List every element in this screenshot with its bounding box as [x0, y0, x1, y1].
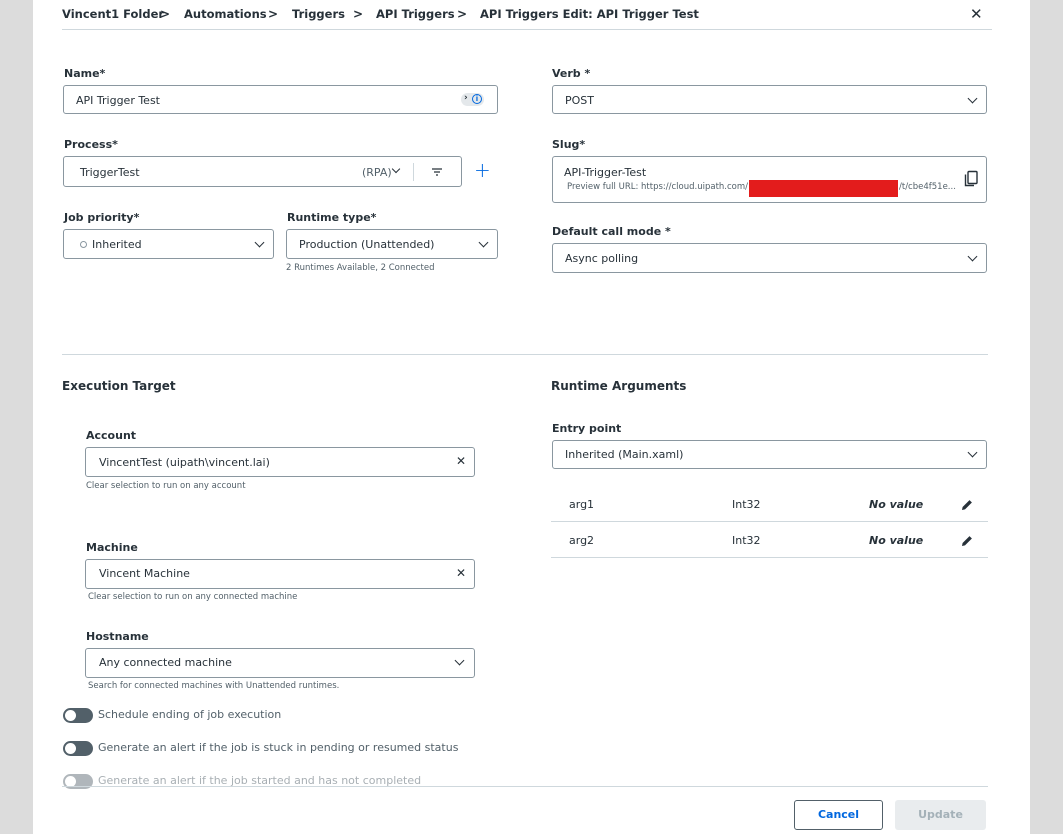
- name-label: Name*: [64, 67, 106, 80]
- arg-type: Int32: [732, 534, 761, 547]
- name-value: API Trigger Test: [76, 94, 160, 107]
- filter-icon[interactable]: [430, 165, 444, 179]
- job-priority-select[interactable]: Inherited: [63, 229, 274, 259]
- clear-account-icon[interactable]: ✕: [456, 454, 466, 468]
- process-type-tag: (RPA): [362, 166, 392, 179]
- pending-alert-toggle[interactable]: [63, 741, 93, 756]
- entry-point-select[interactable]: Inherited (Main.xaml): [552, 440, 987, 469]
- breadcrumb-current-page: API Triggers Edit: API Trigger Test: [480, 7, 699, 21]
- chevron-down-icon: [254, 237, 265, 248]
- hostname-select[interactable]: Any connected machine: [85, 648, 475, 678]
- section-divider: [62, 354, 988, 355]
- chevron-down-icon: [391, 164, 401, 174]
- machine-label: Machine: [86, 541, 138, 554]
- breadcrumb-separator: >: [160, 7, 171, 21]
- verb-label: Verb *: [552, 67, 591, 80]
- copy-icon[interactable]: [963, 170, 979, 188]
- cancel-button[interactable]: Cancel: [794, 800, 883, 830]
- default-call-mode-select[interactable]: Async polling: [552, 243, 987, 273]
- account-select[interactable]: VincentTest (uipath\vincent.lai) ✕: [85, 447, 475, 477]
- slug-preview-url: Preview full URL: https://cloud.uipath.c…: [567, 182, 749, 192]
- arg-name: arg1: [569, 498, 595, 511]
- verb-value: POST: [565, 94, 594, 107]
- redaction-bar: [749, 180, 898, 197]
- slug-preview-url-suffix: /t/cbe4f51e...: [899, 182, 956, 192]
- table-row: arg2 Int32 No value: [551, 522, 988, 558]
- slug-value: API-Trigger-Test: [564, 166, 647, 179]
- breadcrumb-api-triggers[interactable]: API Triggers: [376, 7, 455, 21]
- runtime-arguments-title: Runtime Arguments: [551, 379, 687, 393]
- divider: [413, 163, 414, 181]
- process-label: Process*: [64, 138, 118, 151]
- job-priority-label: Job priority*: [64, 211, 140, 224]
- breadcrumb-folder[interactable]: Vincent1 Folder: [62, 7, 164, 21]
- chevron-down-icon: [967, 447, 978, 458]
- schedule-ending-label: Schedule ending of job execution: [98, 708, 282, 721]
- edit-panel: Vincent1 Folder > Automations > Triggers…: [33, 0, 1030, 834]
- clear-machine-icon[interactable]: ✕: [456, 566, 466, 580]
- breadcrumb-automations[interactable]: Automations: [184, 7, 267, 21]
- slug-label: Slug*: [552, 138, 586, 151]
- breadcrumb-separator: >: [268, 7, 279, 21]
- chevron-down-icon: [967, 251, 978, 262]
- default-call-mode-value: Async polling: [565, 252, 639, 265]
- priority-dot-icon: [80, 241, 87, 248]
- hostname-value: Any connected machine: [99, 656, 232, 669]
- entry-point-value: Inherited (Main.xaml): [565, 448, 684, 461]
- edit-pencil-icon[interactable]: [960, 498, 974, 512]
- arg-value: No value: [869, 498, 924, 511]
- info-toggle-icon[interactable]: › i: [461, 93, 484, 106]
- chevron-down-icon: [967, 93, 978, 104]
- arg-type: Int32: [732, 498, 761, 511]
- account-label: Account: [86, 429, 137, 442]
- name-input[interactable]: API Trigger Test › i: [63, 85, 498, 114]
- breadcrumb-separator: >: [353, 7, 364, 21]
- account-value: VincentTest (uipath\vincent.lai): [99, 456, 270, 469]
- process-value: TriggerTest: [80, 166, 140, 179]
- chevron-down-icon: [454, 655, 465, 666]
- runtime-type-value: Production (Unattended): [299, 238, 435, 251]
- chevron-down-icon: [478, 237, 489, 248]
- hostname-hint: Search for connected machines with Unatt…: [88, 681, 340, 691]
- arg-name: arg2: [569, 534, 595, 547]
- execution-target-title: Execution Target: [62, 379, 176, 393]
- machine-hint: Clear selection to run on any connected …: [88, 592, 298, 602]
- hostname-label: Hostname: [86, 630, 149, 643]
- arg-value: No value: [869, 534, 924, 547]
- account-hint: Clear selection to run on any account: [86, 481, 246, 491]
- footer-divider: [62, 786, 988, 787]
- runtime-type-label: Runtime type*: [287, 211, 377, 224]
- process-select[interactable]: TriggerTest (RPA): [63, 156, 462, 187]
- breadcrumb-triggers[interactable]: Triggers: [292, 7, 345, 21]
- edit-pencil-icon[interactable]: [960, 534, 974, 548]
- add-process-icon[interactable]: +: [474, 158, 491, 182]
- entry-point-label: Entry point: [552, 422, 622, 435]
- job-priority-value: Inherited: [92, 238, 142, 251]
- machine-select[interactable]: Vincent Machine ✕: [85, 559, 475, 589]
- slug-input[interactable]: API-Trigger-Test Preview full URL: https…: [552, 156, 987, 203]
- close-icon[interactable]: ✕: [970, 5, 983, 23]
- runtime-type-hint: 2 Runtimes Available, 2 Connected: [286, 263, 435, 273]
- runtime-type-select[interactable]: Production (Unattended): [286, 229, 498, 259]
- default-call-mode-label: Default call mode *: [552, 225, 671, 238]
- update-button[interactable]: Update: [895, 800, 986, 830]
- verb-select[interactable]: POST: [552, 85, 987, 114]
- table-row: arg1 Int32 No value: [551, 486, 988, 522]
- pending-alert-label: Generate an alert if the job is stuck in…: [98, 741, 459, 754]
- breadcrumb: Vincent1 Folder > Automations > Triggers…: [62, 0, 992, 30]
- machine-value: Vincent Machine: [99, 567, 190, 580]
- breadcrumb-separator: >: [457, 7, 468, 21]
- schedule-ending-toggle[interactable]: [63, 708, 93, 723]
